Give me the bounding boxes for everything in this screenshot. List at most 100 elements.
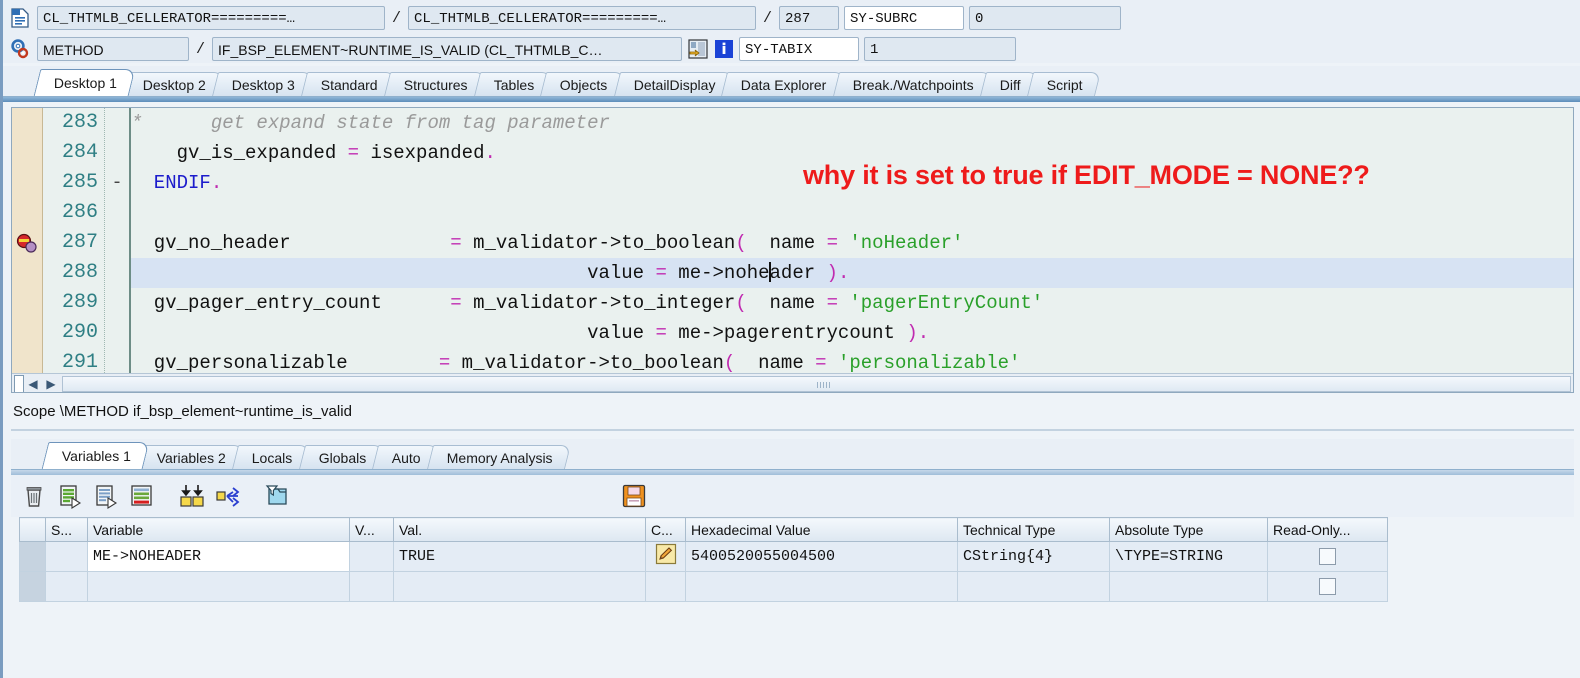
tab-globals[interactable]: Globals — [298, 445, 384, 469]
breakpoint-gutter[interactable] — [12, 108, 43, 373]
row-selector-cell[interactable] — [19, 571, 46, 602]
fold-toggle-icon[interactable]: - — [105, 168, 129, 198]
tab-standard[interactable]: Standard — [301, 72, 396, 96]
delete-icon[interactable] — [21, 483, 47, 509]
line-number: 286 — [61, 201, 98, 224]
code-line[interactable]: value = me->pagerentrycount ). — [131, 318, 1573, 348]
code-token: ader — [769, 262, 827, 284]
filter-folder-icon[interactable] — [265, 483, 291, 509]
program-field[interactable]: CL_THTMLB_CELLERATOR=========… — [37, 6, 385, 30]
tab-data-explorer[interactable]: Data Explorer — [721, 72, 846, 96]
code-token: = — [815, 352, 827, 373]
code-token: m_validator->to_boolean — [450, 352, 724, 373]
code-token: = — [826, 232, 838, 254]
distribute-icon[interactable] — [215, 483, 241, 509]
tab-label: Break./Watchpoints — [852, 77, 974, 93]
copy-variables-icon[interactable] — [57, 483, 83, 509]
remove-row-icon[interactable] — [129, 483, 155, 509]
row-selector-cell[interactable] — [19, 541, 46, 572]
method-field[interactable]: IF_BSP_ELEMENT~RUNTIME_IS_VALID (CL_THTM… — [212, 37, 683, 61]
column-header-v[interactable]: V... — [349, 517, 394, 542]
jump-to-source-icon[interactable] — [687, 38, 709, 60]
tab-label: Auto — [391, 450, 421, 466]
line-number-field[interactable]: 287 — [779, 6, 840, 30]
collapse-all-icon[interactable] — [179, 483, 205, 509]
cell-read-only[interactable] — [1267, 571, 1388, 602]
tab-script[interactable]: Script — [1026, 72, 1101, 96]
cell-change-icon[interactable] — [645, 541, 686, 572]
variables-table[interactable]: S... Variable V... Val. C... Hexadecimal Valu… — [19, 517, 1388, 602]
tab-desktop-2[interactable]: Desktop 2 — [123, 72, 225, 96]
column-header-c[interactable]: C... — [645, 517, 686, 542]
code-lines[interactable]: why it is set to true if EDIT_MODE = NON… — [131, 108, 1573, 373]
table-row[interactable]: ME->NOHEADER TRUE 5400520055004500 CString{… — [19, 541, 1388, 572]
tab-label: Script — [1046, 77, 1083, 93]
tab-variables-2[interactable]: Variables 2 — [137, 445, 245, 469]
code-area[interactable]: 283 284 285 286 287 288 289 290 291 - why it is … — [12, 108, 1573, 373]
column-header-technical-type[interactable]: Technical Type — [957, 517, 1110, 542]
column-header-variable[interactable]: Variable — [87, 517, 350, 542]
tab-structures[interactable]: Structures — [383, 72, 486, 96]
scroll-grip[interactable] — [14, 375, 24, 392]
cell-read-only[interactable] — [1267, 541, 1388, 572]
cell-value[interactable]: TRUE — [393, 541, 646, 572]
code-token: m_validator->to_boolean — [461, 232, 736, 254]
include-field[interactable]: CL_THTMLB_CELLERATOR=========… — [408, 6, 757, 30]
column-header-selector[interactable] — [19, 517, 46, 542]
code-line[interactable]: gv_no_header = m_validator->to_boolean( … — [131, 228, 1573, 258]
code-line[interactable] — [131, 198, 1573, 228]
column-header-absolute-type[interactable]: Absolute Type — [1109, 517, 1268, 542]
read-only-checkbox[interactable] — [1319, 547, 1336, 565]
line-number: 285 — [61, 171, 98, 194]
editor-horizontal-scrollbar[interactable]: ◀ ▶ — [12, 373, 1573, 392]
line-number: 288 — [61, 261, 98, 284]
read-only-checkbox[interactable] — [1319, 577, 1336, 595]
info-icon[interactable] — [713, 38, 735, 60]
source-code-editor[interactable]: 283 284 285 286 287 288 289 290 291 - why it is … — [11, 107, 1574, 393]
code-token: gv_is_expanded — [131, 142, 348, 164]
cell-variable[interactable] — [87, 571, 350, 602]
line-number: 289 — [61, 291, 98, 314]
edit-pencil-icon[interactable] — [655, 543, 677, 565]
breakpoint-icon[interactable] — [16, 232, 38, 254]
scroll-left-icon[interactable]: ◀ — [24, 375, 42, 392]
tab-desktop-1[interactable]: Desktop 1 — [33, 69, 136, 96]
code-line[interactable]: gv_pager_entry_count = m_validator->to_i… — [131, 288, 1573, 318]
save-icon[interactable] — [621, 483, 647, 509]
code-line[interactable]: value = me->noheader ). — [131, 258, 1573, 288]
tab-desktop-3[interactable]: Desktop 3 — [212, 72, 314, 96]
cell-change-icon[interactable] — [645, 571, 686, 602]
tab-variables-1[interactable]: Variables 1 — [41, 442, 150, 469]
code-token: ) — [826, 262, 838, 284]
column-header-read-only[interactable]: Read-Only... — [1267, 517, 1388, 542]
code-line[interactable]: gv_personalizable = m_validator->to_bool… — [131, 348, 1573, 373]
tab-label: Locals — [251, 450, 293, 466]
tab-break-watchpoints[interactable]: Break./Watchpoints — [833, 72, 992, 96]
event-type-field[interactable]: METHOD — [37, 37, 189, 61]
tab-label: Desktop 3 — [231, 77, 295, 93]
column-header-s[interactable]: S... — [45, 517, 88, 542]
code-line[interactable]: * get expand state from tag parameter — [131, 108, 1573, 138]
sy-tabix-value[interactable]: 1 — [864, 37, 1017, 61]
fold-gutter[interactable]: - — [105, 108, 131, 373]
column-header-val[interactable]: Val. — [393, 517, 646, 542]
cell-value[interactable] — [393, 571, 646, 602]
tab-label: Diff — [999, 77, 1021, 93]
sy-subrc-value[interactable]: 0 — [969, 6, 1122, 30]
column-header-hexadecimal-value[interactable]: Hexadecimal Value — [685, 517, 958, 542]
tab-memory-analysis[interactable]: Memory Analysis — [426, 445, 571, 469]
table-row[interactable] — [19, 571, 1388, 602]
scroll-track[interactable] — [62, 376, 1571, 392]
cell-variable[interactable]: ME->NOHEADER — [87, 541, 350, 572]
paste-variables-icon[interactable] — [93, 483, 119, 509]
table-body[interactable]: ME->NOHEADER TRUE 5400520055004500 CString{… — [19, 541, 1388, 602]
tab-detaildisplay[interactable]: DetailDisplay — [613, 72, 734, 96]
tab-objects[interactable]: Objects — [540, 72, 626, 96]
code-token: name — [746, 232, 827, 254]
fold-slot — [105, 228, 129, 258]
scroll-right-icon[interactable]: ▶ — [42, 375, 60, 392]
cell-technical-type: CString{4} — [957, 541, 1110, 572]
